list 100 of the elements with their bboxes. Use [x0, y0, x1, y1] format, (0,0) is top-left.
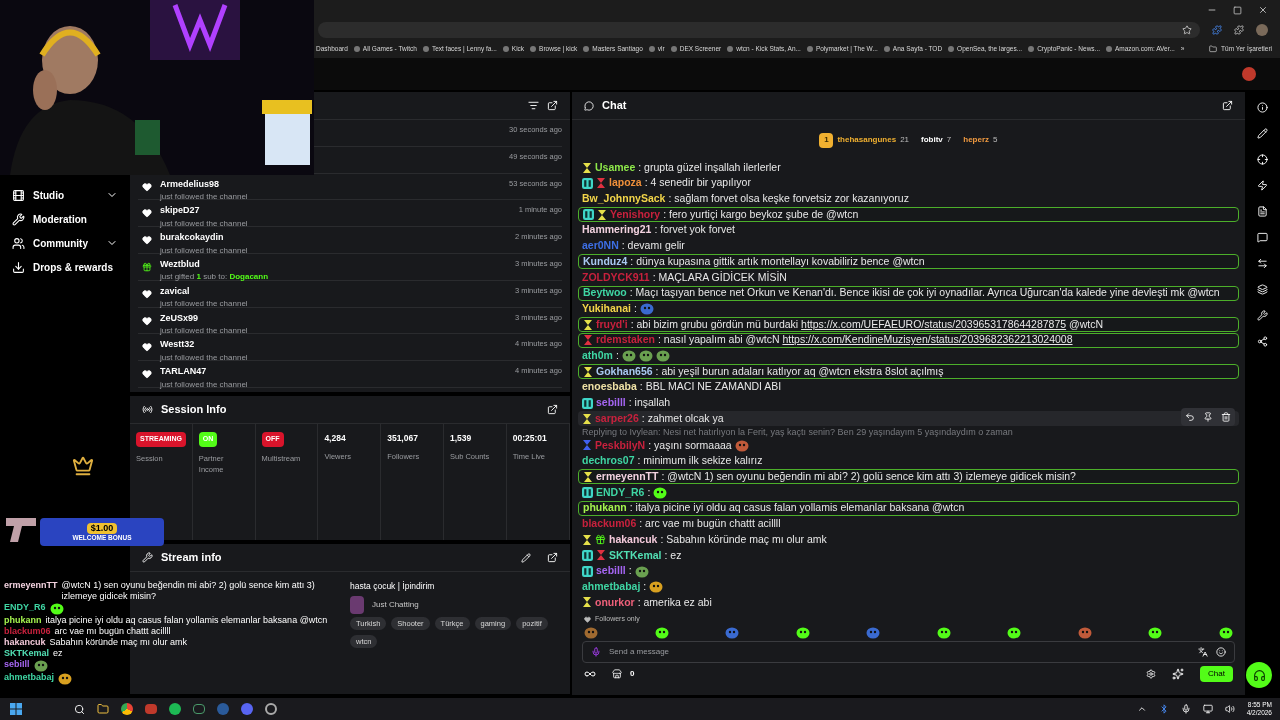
message-field[interactable]: Send a message: [609, 645, 1190, 658]
activity-username[interactable]: ZeUSx99: [160, 311, 507, 326]
leader-name[interactable]: heperz: [963, 134, 990, 146]
chat-message[interactable]: Yenishory : fero yurtiçi kargo beykoz şube de @wtcn: [578, 207, 1239, 223]
settings-icon[interactable]: [1146, 668, 1157, 679]
chat-message[interactable]: blackum06 : arc vae mı bugün chattt acillll: [578, 516, 1239, 532]
network-icon[interactable]: [1202, 704, 1213, 714]
chat-message[interactable]: Gokhan656 : abi yeşil burun adaları katlıyor aq @wtcn ekstra 8slot açılmış: [578, 364, 1239, 380]
app-icon[interactable]: [265, 703, 277, 715]
close-icon[interactable]: [1258, 5, 1268, 15]
chat-message[interactable]: lapoza : 4 senedir bir yapılıyor: [578, 175, 1239, 191]
crosshair-icon[interactable]: [1257, 154, 1268, 165]
filter-icon[interactable]: [528, 100, 539, 111]
activity-username[interactable]: Westt32: [160, 338, 507, 352]
activity-username[interactable]: burakcokaydin: [160, 231, 507, 245]
leader-name[interactable]: thehasangunes: [837, 134, 897, 146]
chat-username[interactable]: ahmetbabaj: [582, 578, 641, 595]
message-input[interactable]: Send a message: [582, 640, 1235, 663]
edit-icon[interactable]: [521, 552, 531, 563]
activity-username[interactable]: TARLAN47: [160, 365, 507, 379]
chat-username[interactable]: ENDY_R6: [596, 484, 645, 501]
chat-message[interactable]: ath0m :: [578, 348, 1239, 364]
activity-username[interactable]: skipeD27: [160, 204, 511, 218]
layers-icon[interactable]: [1257, 284, 1268, 295]
activity-username[interactable]: Weztblud: [160, 258, 507, 272]
chat-message[interactable]: hakancuk : Sabahın köründe maç mı olur amk: [578, 532, 1239, 548]
chat-message[interactable]: enoesbaba : BBL MACI NE ZAMANDI ABI: [578, 379, 1239, 395]
chat-username[interactable]: enoesbaba: [582, 379, 637, 396]
document-icon[interactable]: [1257, 206, 1268, 217]
channel-avatar[interactable]: [1242, 67, 1256, 81]
game-launcher-icon[interactable]: [217, 703, 229, 715]
profile-avatar[interactable]: [1256, 24, 1268, 36]
folder-icon[interactable]: [97, 703, 109, 715]
store-icon[interactable]: [612, 668, 622, 679]
chat-icon[interactable]: [1257, 232, 1268, 243]
bookmark-star-icon[interactable]: [1182, 25, 1192, 35]
chat-username[interactable]: ath0m: [582, 348, 613, 364]
popout-icon[interactable]: [1222, 100, 1233, 111]
extension-icon[interactable]: [1212, 25, 1222, 35]
chat-username[interactable]: Kunduz4: [583, 253, 628, 270]
chat-username[interactable]: hakancuk: [609, 531, 658, 548]
chat-message[interactable]: Yukihanai :: [578, 301, 1239, 317]
chat-username[interactable]: Bw_JohnnySack: [582, 191, 666, 207]
popout-icon[interactable]: [547, 404, 558, 415]
chat-message[interactable]: ZOLDYCK911 : MAÇLARA GİDİCEK MİSİN: [578, 269, 1239, 285]
share-icon[interactable]: [1257, 336, 1268, 347]
pencil-icon[interactable]: [1257, 128, 1268, 139]
chat-username[interactable]: phukann: [583, 500, 627, 517]
chat-message[interactable]: Beytwoo : Maçı taşıyan bence net Orkun ve Kenan'dı. Bence ikisi de çok iyi oynadılar. Ayrıca Uğurcan'da kalede yine devleşti mk @wtcn: [578, 285, 1239, 301]
chat-username[interactable]: onurkor: [595, 594, 635, 610]
microphone-icon[interactable]: [1180, 704, 1191, 714]
chat-message[interactable]: Usamee : grupta güzel inşallah ilerlerler: [578, 160, 1239, 175]
chat-message[interactable]: ermeyennTT : @wtcN 1) sen oyunu beğendin mi abi? 2) golü sence kim attı 3) izlemeye gidicek misin?: [578, 469, 1239, 485]
chat-message[interactable]: sarper26 : zahmet olcak ya: [578, 411, 1239, 427]
sparkle-icon[interactable]: [1172, 667, 1185, 680]
chat-username[interactable]: dechros07: [582, 453, 635, 470]
app-icon[interactable]: [145, 704, 157, 714]
browser-icon[interactable]: [121, 703, 133, 715]
chat-message[interactable]: rdemstaken : nasıl yapalım abi @wtcN https://x.com/KendineMuzisyen/status/2039682362213024008: [578, 332, 1239, 348]
chat-message[interactable]: SKTKemal : ez: [578, 547, 1239, 563]
chat-username[interactable]: aer0NN: [582, 238, 619, 254]
arrows-icon[interactable]: [1257, 258, 1268, 269]
chat-message[interactable]: sebiIll : inşallah: [578, 395, 1239, 411]
activity-username[interactable]: Armedelius98: [160, 177, 502, 192]
wrench-icon[interactable]: [1257, 310, 1268, 321]
chat-username[interactable]: Gokhan656: [596, 363, 653, 380]
chat-send-button[interactable]: Chat: [1200, 665, 1233, 682]
music-app-icon[interactable]: [169, 703, 181, 715]
chat-message[interactable]: ahmetbabaj :: [578, 579, 1239, 595]
chat-message[interactable]: fruyd'i : abi bizim grubu gördün mü burdaki https://x.com/UEFAEURO/status/2039653178644287875 @wtcN: [578, 317, 1239, 333]
search-icon[interactable]: [74, 703, 85, 715]
leader-name[interactable]: fobitv: [921, 134, 943, 146]
tray-expand-icon[interactable]: [1136, 704, 1147, 714]
voice-chat-icon[interactable]: [241, 703, 253, 715]
bolt-icon[interactable]: [1257, 180, 1268, 191]
terminal-icon[interactable]: [193, 704, 205, 714]
chat-message[interactable]: sebiIll :: [578, 563, 1239, 579]
chat-message[interactable]: Hammering21 : forvet yok forvet: [578, 222, 1239, 238]
chat-message[interactable]: ENDY_R6 :: [578, 485, 1239, 501]
chat-message[interactable]: Bw_JohnnySack : sağlam forvet olsa keşke forvetsiz zor kazanıyoruz: [578, 191, 1239, 207]
chat-username[interactable]: Yukihanai: [582, 300, 632, 317]
chat-message[interactable]: dechros07 : minimum ilk sekize kalırız: [578, 453, 1239, 469]
bluetooth-icon[interactable]: [1158, 704, 1169, 714]
message-link[interactable]: https://x.com/KendineMuzisyen/status/2039682362213024008: [782, 333, 1073, 346]
chat-username[interactable]: sebiIll: [596, 395, 626, 411]
chat-username[interactable]: sebiIll: [596, 563, 626, 579]
chat-message[interactable]: phukann : italya picine iyi oldu aq casus falan yollamis elemanlar baksana @wtcn: [578, 500, 1239, 516]
chat-message[interactable]: aer0NN : devamı gelir: [578, 238, 1239, 254]
nav-item[interactable]: Studio: [12, 186, 130, 204]
maximize-icon[interactable]: [1233, 5, 1242, 15]
windows-logo-icon[interactable]: [10, 703, 22, 715]
chat-username[interactable]: SKTKemal: [609, 547, 662, 564]
popout-icon[interactable]: [547, 552, 558, 563]
chat-message[interactable]: Kunduz4 : dünya kupasına gittik artık montellayı kovabiliriz bence @wtcn: [578, 254, 1239, 270]
chat-username[interactable]: Hammering21: [582, 222, 652, 239]
extensions-icon[interactable]: [1234, 25, 1244, 35]
nav-item[interactable]: Drops & rewards: [12, 258, 130, 276]
volume-icon[interactable]: [1224, 704, 1235, 714]
chat-username[interactable]: Usamee: [595, 160, 636, 176]
help-button[interactable]: [1246, 662, 1272, 688]
